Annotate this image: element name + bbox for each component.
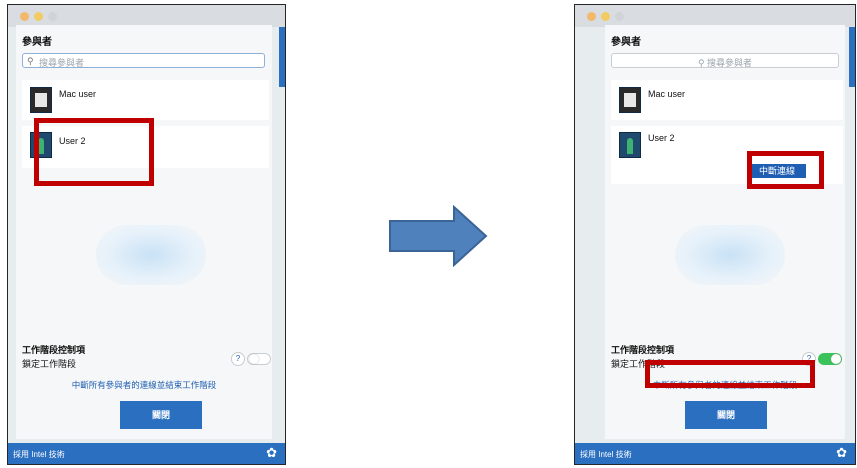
search-placeholder: ⚲ 搜尋參與者	[612, 56, 838, 69]
zoom-window-button[interactable]	[615, 12, 624, 21]
end-all-sessions-link[interactable]: 中斷所有參與者的連線並結束工作階段	[16, 379, 272, 391]
title-bar	[8, 5, 285, 27]
lock-session-label: 鎖定工作階段	[22, 359, 77, 369]
toggle-knob	[831, 354, 841, 364]
blurred-graphic	[96, 225, 206, 285]
zoom-window-button[interactable]	[48, 12, 57, 21]
highlight-end-all-link	[645, 360, 815, 388]
footer-powered-by: 採用 Intel 技術	[13, 450, 65, 459]
toggle-knob	[249, 354, 259, 364]
participants-title: 參與者	[22, 37, 52, 48]
side-stripe	[279, 27, 285, 87]
search-icon: ⚲	[27, 56, 34, 66]
minimize-window-button[interactable]	[601, 12, 610, 21]
right-arrow-icon	[389, 205, 488, 267]
highlight-disconnect-button	[747, 151, 824, 189]
close-window-button[interactable]	[587, 12, 596, 21]
close-button[interactable]: 關閉	[120, 401, 202, 429]
before-window: 參與者 ⚲ 搜尋參與者 Mac user User 2 工作階段控制項 鎖定工作…	[7, 4, 286, 465]
footer-powered-by: 採用 Intel 技術	[580, 450, 632, 459]
footer-bar: 採用 Intel 技術 ✿	[575, 443, 855, 464]
blurred-graphic	[675, 225, 785, 285]
participants-panel: 參與者 ⚲ 搜尋參與者 Mac user User 2 工作階段控制項 鎖定工作…	[16, 25, 272, 439]
close-button[interactable]: 關閉	[685, 401, 767, 429]
title-bar	[575, 5, 855, 27]
participant-name: Mac user	[648, 89, 686, 99]
participant-row-mac-user[interactable]: Mac user	[611, 80, 843, 120]
participants-title: 參與者	[611, 37, 641, 48]
user-avatar-icon	[30, 87, 52, 113]
session-controls-title: 工作階段控制項	[22, 345, 86, 355]
gear-icon[interactable]: ✿	[836, 445, 847, 461]
participant-name: Mac user	[59, 89, 97, 99]
lock-session-toggle[interactable]	[818, 353, 842, 365]
gear-icon[interactable]: ✿	[266, 445, 277, 461]
user-avatar-icon	[619, 132, 641, 158]
footer-bar: 採用 Intel 技術 ✿	[8, 443, 285, 464]
search-placeholder: 搜尋參與者	[39, 58, 85, 68]
search-icon: ⚲	[697, 58, 705, 68]
session-controls-title: 工作階段控制項	[611, 345, 675, 355]
participant-name: User 2	[648, 133, 675, 143]
minimize-window-button[interactable]	[34, 12, 43, 21]
search-input[interactable]: ⚲ 搜尋參與者	[22, 53, 265, 68]
after-window: 參與者 ⚲ 搜尋參與者 Mac user User 2 中斷連線 工作階段控制項…	[574, 4, 856, 465]
participant-row-mac-user[interactable]: Mac user	[22, 80, 269, 120]
search-placeholder-text: 搜尋參與者	[707, 58, 753, 68]
side-stripe	[849, 27, 855, 87]
user-avatar-icon	[619, 87, 641, 113]
close-window-button[interactable]	[20, 12, 29, 21]
highlight-user-2-row	[34, 118, 154, 186]
help-icon[interactable]: ?	[231, 352, 245, 366]
lock-session-toggle[interactable]	[247, 353, 271, 365]
search-input[interactable]: ⚲ 搜尋參與者	[611, 53, 839, 68]
